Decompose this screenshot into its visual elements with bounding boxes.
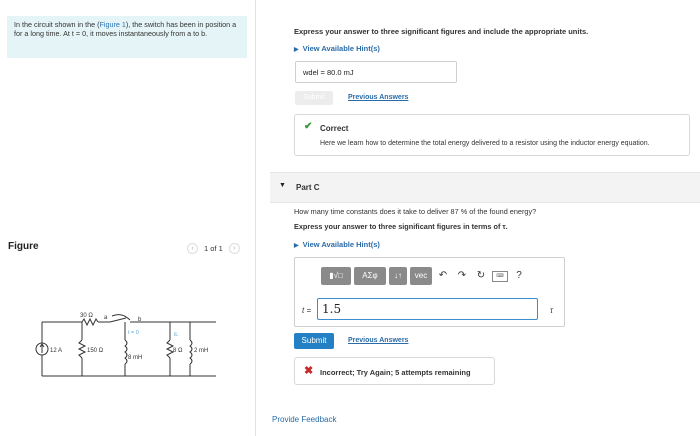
label-source: 12 A bbox=[50, 348, 62, 354]
part-c-submit-button[interactable]: Submit bbox=[294, 333, 334, 349]
label-il: iL bbox=[174, 332, 178, 338]
provide-feedback-link[interactable]: Provide Feedback bbox=[272, 415, 336, 424]
answer-value: 80.0 mJ bbox=[326, 68, 354, 77]
pager-text: 1 of 1 bbox=[204, 244, 223, 253]
x-icon: ✖ bbox=[304, 365, 314, 377]
left-panel: In the circuit shown in the (Figure 1), … bbox=[0, 0, 256, 436]
checkmark-icon: ✔ bbox=[304, 121, 313, 132]
vector-button[interactable]: vec bbox=[410, 267, 432, 285]
triangle-down-icon: ▼ bbox=[279, 182, 286, 189]
label-t0: t = 0 bbox=[128, 330, 139, 336]
triangle-right-icon: ▶ bbox=[294, 243, 299, 249]
label-r1: 30 Ω bbox=[80, 313, 93, 319]
part-c-label: Part C bbox=[296, 183, 320, 192]
reset-icon[interactable]: ↻ bbox=[473, 267, 489, 285]
template-button[interactable]: ▮√□ bbox=[321, 267, 351, 285]
part-c-question: How many time constants does it take to … bbox=[294, 207, 537, 216]
incorrect-text: Incorrect; Try Again; 5 attempts remaini… bbox=[320, 368, 471, 377]
part-b-previous-answers[interactable]: Previous Answers bbox=[348, 94, 408, 101]
part-c-hint-link[interactable]: ▶ View Available Hint(s) bbox=[294, 240, 380, 249]
answer-variable: wdel = bbox=[303, 68, 325, 77]
triangle-right-icon: ▶ bbox=[294, 47, 299, 53]
part-b-answer-box: wdel = 80.0 mJ bbox=[295, 61, 457, 83]
math-toolbar: ▮√□ ΑΣφ ↓↑ vec ↶ ↷ ↻ ⌨ ? bbox=[321, 267, 527, 285]
label-l1: 8 mH bbox=[128, 355, 142, 361]
label-r3: 8 Ω bbox=[173, 348, 183, 354]
correct-text: Here we learn how to determine the total… bbox=[320, 140, 650, 147]
math-editor: ▮√□ ΑΣφ ↓↑ vec ↶ ↷ ↻ ⌨ ? t = 1.5 τ bbox=[294, 257, 565, 327]
unit-label: τ bbox=[550, 306, 553, 315]
correct-feedback: ✔ Correct Here we learn how to determine… bbox=[294, 114, 690, 156]
label-r2: 150 Ω bbox=[87, 348, 104, 354]
part-c-previous-answers[interactable]: Previous Answers bbox=[348, 337, 408, 344]
figure-title: Figure bbox=[8, 241, 39, 252]
prev-figure-button[interactable]: ‹ bbox=[187, 243, 198, 254]
label-a: a bbox=[104, 315, 108, 321]
input-variable-label: t = bbox=[302, 306, 312, 315]
part-b-instructions: Express your answer to three significant… bbox=[294, 27, 589, 36]
answer-input[interactable]: 1.5 bbox=[317, 298, 538, 320]
keyboard-icon[interactable]: ⌨ bbox=[492, 271, 508, 282]
circuit-diagram: 30 Ω a b t = 0 12 A 150 Ω 8 mH 8 Ω 2 mH … bbox=[35, 313, 216, 377]
redo-icon[interactable]: ↷ bbox=[454, 267, 470, 285]
incorrect-feedback: ✖ Incorrect; Try Again; 5 attempts remai… bbox=[294, 357, 495, 385]
part-c-header[interactable]: ▼ Part C bbox=[270, 172, 700, 203]
subscript-button[interactable]: ↓↑ bbox=[389, 267, 407, 285]
next-figure-button[interactable]: › bbox=[228, 243, 240, 254]
label-l2: 2 mH bbox=[194, 348, 208, 354]
problem-statement: In the circuit shown in the (Figure 1), … bbox=[7, 16, 247, 58]
part-b-hint-link[interactable]: ▶ View Available Hint(s) bbox=[294, 44, 380, 53]
right-panel: Express your answer to three significant… bbox=[256, 0, 700, 436]
correct-title: Correct bbox=[320, 124, 349, 133]
part-c-instructions: Express your answer to three significant… bbox=[294, 222, 508, 231]
undo-icon[interactable]: ↶ bbox=[435, 267, 451, 285]
figure-pager: ‹ 1 of 1 › bbox=[187, 243, 240, 254]
figure-link[interactable]: Figure 1 bbox=[100, 20, 126, 29]
greek-button[interactable]: ΑΣφ bbox=[354, 267, 386, 285]
help-icon[interactable]: ? bbox=[511, 267, 527, 285]
part-b-submit-button[interactable]: Submit bbox=[295, 91, 333, 105]
